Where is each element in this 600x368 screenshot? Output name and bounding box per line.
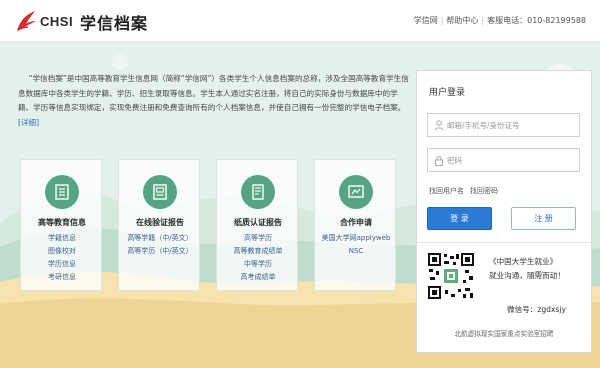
- find-password-link[interactable]: 找回密码: [470, 187, 498, 195]
- username-field[interactable]: [427, 113, 580, 137]
- card-higher-education-info[interactable]: 高等教育信息 学籍信息 图像校对 学历信息 考研信息: [20, 159, 102, 291]
- paper-report-icon: [252, 184, 264, 200]
- register-button[interactable]: 注 册: [511, 207, 576, 230]
- card-link[interactable]: 图像校对: [21, 245, 103, 258]
- login-title: 用户登录: [429, 88, 466, 98]
- wechat-id: 微信号：zgdxsjy: [507, 305, 567, 314]
- card-icon-circle: [339, 175, 373, 209]
- card-link[interactable]: NSC: [315, 245, 397, 258]
- lock-icon: [435, 156, 443, 166]
- card-link[interactable]: 考研信息: [21, 271, 103, 284]
- card-cooperation[interactable]: 合作申请 美国大学网applyweb NSC: [314, 159, 396, 291]
- link-separator: |: [440, 16, 444, 25]
- qr-code-icon: [427, 252, 475, 300]
- certificate-icon: [348, 185, 364, 198]
- promo-slogan: 就业沟通，随需而动！: [489, 271, 565, 280]
- card-icon-circle: [241, 175, 275, 209]
- password-input[interactable]: [447, 152, 575, 168]
- top-link-help[interactable]: 帮助中心: [446, 15, 478, 26]
- lab-recruit-link[interactable]: 北航虚拟现实国家重点实验室招聘: [417, 328, 591, 338]
- hotline-text: 客服电话：010-82199588: [487, 16, 586, 25]
- report-icon: [153, 184, 167, 200]
- card-link[interactable]: 高等学历（中/英文）: [119, 245, 201, 258]
- card-title: 高等教育信息: [38, 218, 86, 227]
- username-input[interactable]: [447, 117, 575, 133]
- divider: [417, 242, 591, 243]
- card-icon-circle: [143, 175, 177, 209]
- card-online-verification[interactable]: 在线验证报告 高等学籍（中/英文） 高等学历（中/英文）: [118, 159, 200, 291]
- user-icon: [434, 120, 444, 131]
- top-links: 学信网 | 帮助中心 | 客服电话：010-82199588: [414, 15, 586, 26]
- login-panel: 用户登录 找回用户名找回密码 登 录 注 册: [416, 70, 592, 353]
- site-logo[interactable]: CHSI 学信档案: [14, 9, 214, 33]
- card-links: 高等学历 高等教育成绩单 中等学历 高考成绩单: [217, 232, 299, 284]
- top-link-chsi[interactable]: 学信网: [414, 15, 438, 26]
- login-button[interactable]: 登 录: [427, 207, 492, 230]
- card-links: 高等学籍（中/英文） 高等学历（中/英文）: [119, 232, 201, 258]
- document-list-icon: [55, 184, 69, 200]
- card-title: 合作申请: [340, 218, 372, 227]
- card-link[interactable]: 学籍信息: [21, 232, 103, 245]
- card-title: 纸质认证报告: [234, 218, 282, 227]
- card-links: 美国大学网applyweb NSC: [315, 232, 397, 258]
- promo-title: 《中国大学生就业》: [489, 257, 558, 266]
- card-link[interactable]: 中等学历: [217, 258, 299, 271]
- password-field[interactable]: [427, 148, 580, 172]
- recovery-links: 找回用户名 找回密码: [429, 186, 504, 196]
- card-link[interactable]: 高等教育成绩单: [217, 245, 299, 258]
- card-icon-circle: [45, 175, 79, 209]
- card-link[interactable]: 高等学历: [217, 232, 299, 245]
- intro-paragraph: “学信档案”是中国高等教育学生信息网（简称“学信网”）各类学生个人信息档案的总称…: [18, 72, 410, 130]
- intro-text: “学信档案”是中国高等教育学生信息网（简称“学信网”）各类学生个人信息档案的总称…: [18, 74, 409, 113]
- card-title: 在线验证报告: [136, 218, 184, 227]
- card-link[interactable]: 美国大学网applyweb: [315, 232, 397, 245]
- card-link[interactable]: 学历信息: [21, 258, 103, 271]
- card-link[interactable]: 高考成绩单: [217, 271, 299, 284]
- brand-text: CHSI: [40, 14, 74, 29]
- service-cards: 高等教育信息 学籍信息 图像校对 学历信息 考研信息 在线验证报告 高等学籍（中…: [20, 159, 400, 291]
- chsi-logo-icon: [17, 11, 36, 31]
- card-links: 学籍信息 图像校对 学历信息 考研信息: [21, 232, 103, 284]
- detail-link[interactable]: [详细]: [18, 118, 39, 127]
- hero-section: “学信档案”是中国高等教育学生信息网（简称“学信网”）各类学生个人信息档案的总称…: [0, 42, 600, 368]
- link-separator: |: [481, 16, 485, 25]
- site-title: 学信档案: [80, 14, 149, 33]
- find-username-link[interactable]: 找回用户名: [429, 187, 464, 195]
- card-link[interactable]: 高等学籍（中/英文）: [119, 232, 201, 245]
- top-header: CHSI 学信档案 学信网 | 帮助中心 | 客服电话：010-82199588: [0, 0, 600, 42]
- card-paper-certification[interactable]: 纸质认证报告 高等学历 高等教育成绩单 中等学历 高考成绩单: [216, 159, 298, 291]
